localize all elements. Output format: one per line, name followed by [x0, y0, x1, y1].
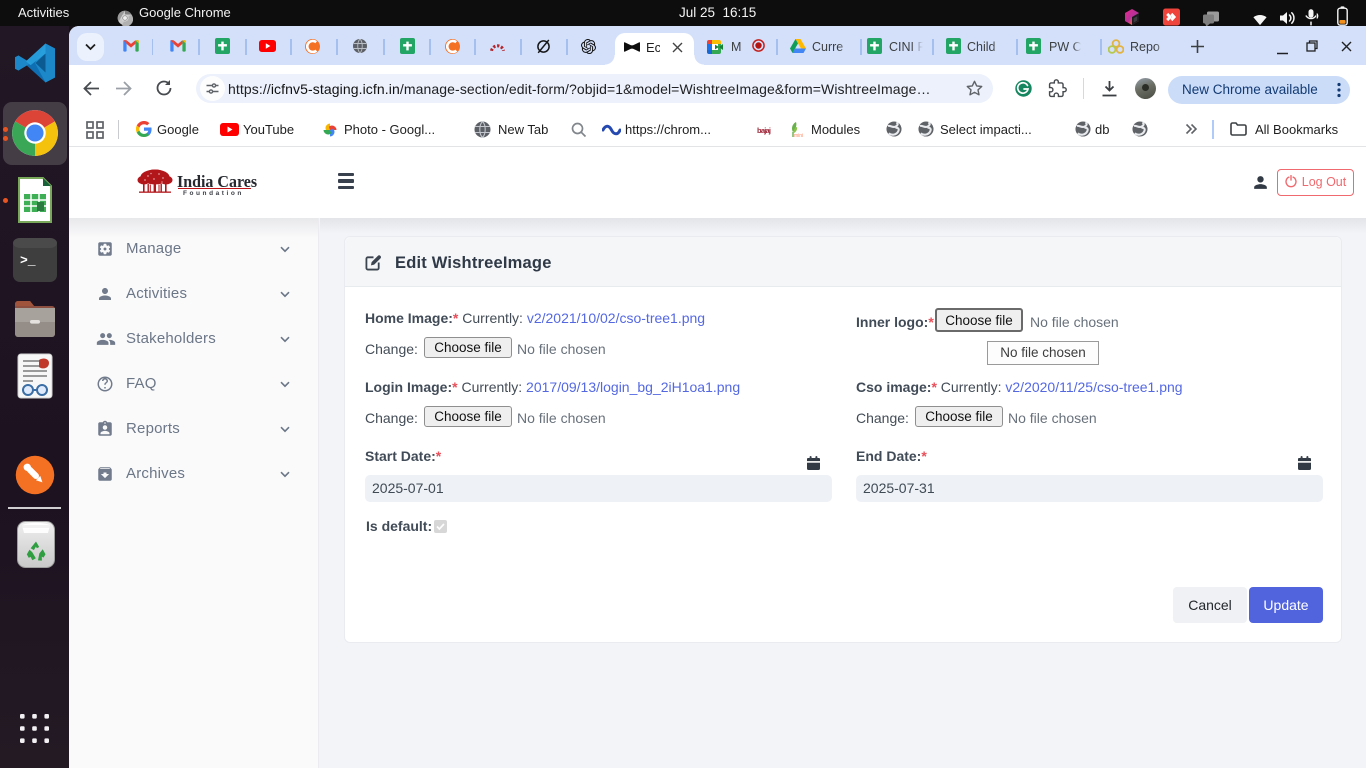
svg-text:>_: >_	[20, 253, 36, 268]
svg-text:bajaj: bajaj	[757, 126, 771, 135]
svg-text:mini: mini	[794, 133, 803, 139]
